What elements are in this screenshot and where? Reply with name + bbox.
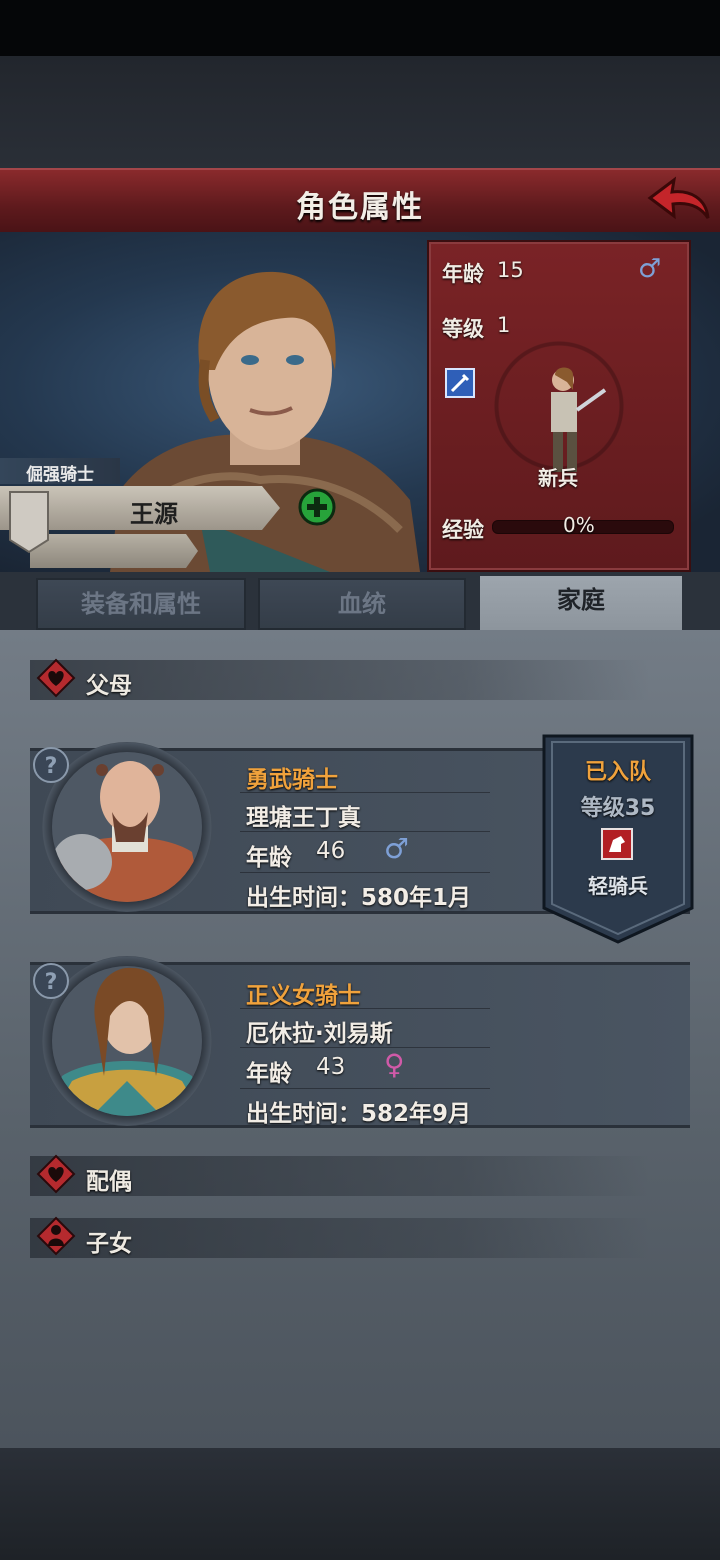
age-label: 年龄 xyxy=(442,262,484,286)
mother-birth: 出生时间：582年9月 xyxy=(246,1101,472,1127)
mother-avatar xyxy=(52,966,202,1116)
tab-equipment[interactable]: 装备和属性 xyxy=(36,578,246,630)
heart-icon xyxy=(36,658,76,698)
tab-family[interactable]: 家庭 xyxy=(480,576,682,632)
male-gender-icon: ♂ xyxy=(638,254,662,284)
divider xyxy=(240,792,490,793)
add-icon[interactable] xyxy=(298,488,336,526)
bottom-backdrop xyxy=(0,1448,720,1560)
divider xyxy=(240,1088,490,1089)
mother-age: 43 xyxy=(316,1054,346,1080)
character-title: 倔强骑士 xyxy=(26,465,94,485)
cavalry-icon xyxy=(601,828,633,860)
child-icon xyxy=(36,1216,76,1256)
help-icon[interactable]: ? xyxy=(32,962,70,1000)
father-age: 46 xyxy=(316,838,346,864)
page-title: 角色属性 xyxy=(296,190,424,225)
help-icon[interactable]: ? xyxy=(32,746,70,784)
spouse-label: 配偶 xyxy=(86,1169,132,1195)
male-gender-icon: ♂ xyxy=(384,832,410,865)
father-name: 理塘王丁真 xyxy=(246,805,361,831)
female-gender-icon: ♀ xyxy=(384,1048,405,1081)
father-unit: 轻骑兵 xyxy=(588,874,648,898)
mother-title: 正义女骑士 xyxy=(246,983,361,1009)
character-name: 王源 xyxy=(130,500,178,528)
shield-icon xyxy=(9,491,49,554)
level-label: 等级 xyxy=(442,317,484,341)
divider xyxy=(240,1047,490,1048)
father-title: 勇武骑士 xyxy=(246,767,338,793)
age-value: 15 xyxy=(497,258,524,282)
children-label: 子女 xyxy=(86,1231,132,1257)
tab-bloodline[interactable]: 血统 xyxy=(258,578,466,630)
exp-label: 经验 xyxy=(442,518,484,542)
name-plate-lower xyxy=(30,534,198,568)
svg-text:?: ? xyxy=(45,754,58,779)
level-value: 1 xyxy=(497,313,511,337)
title-bar: 角色属性 xyxy=(0,168,720,235)
top-backdrop xyxy=(0,56,720,168)
parents-label: 父母 xyxy=(86,673,132,699)
mother-age-label: 年龄 xyxy=(246,1061,292,1087)
exp-percent: 0% xyxy=(563,513,595,537)
status-bar-area xyxy=(0,0,720,56)
father-birth: 出生时间：580年1月 xyxy=(246,885,472,911)
heart-icon xyxy=(36,1154,76,1194)
back-arrow-icon[interactable] xyxy=(646,172,712,226)
sword-icon xyxy=(445,368,475,398)
divider xyxy=(240,1008,490,1009)
character-title-ribbon: 倔强骑士 xyxy=(0,458,120,485)
divider xyxy=(240,872,490,873)
mother-name: 厄休拉·刘易斯 xyxy=(246,1021,393,1047)
svg-text:?: ? xyxy=(45,970,58,995)
father-age-label: 年龄 xyxy=(246,845,292,871)
party-status: 已入队 xyxy=(584,760,651,785)
divider xyxy=(240,831,490,832)
father-avatar xyxy=(52,752,202,902)
father-level: 等级35 xyxy=(580,796,656,821)
unit-name: 新兵 xyxy=(538,466,578,490)
